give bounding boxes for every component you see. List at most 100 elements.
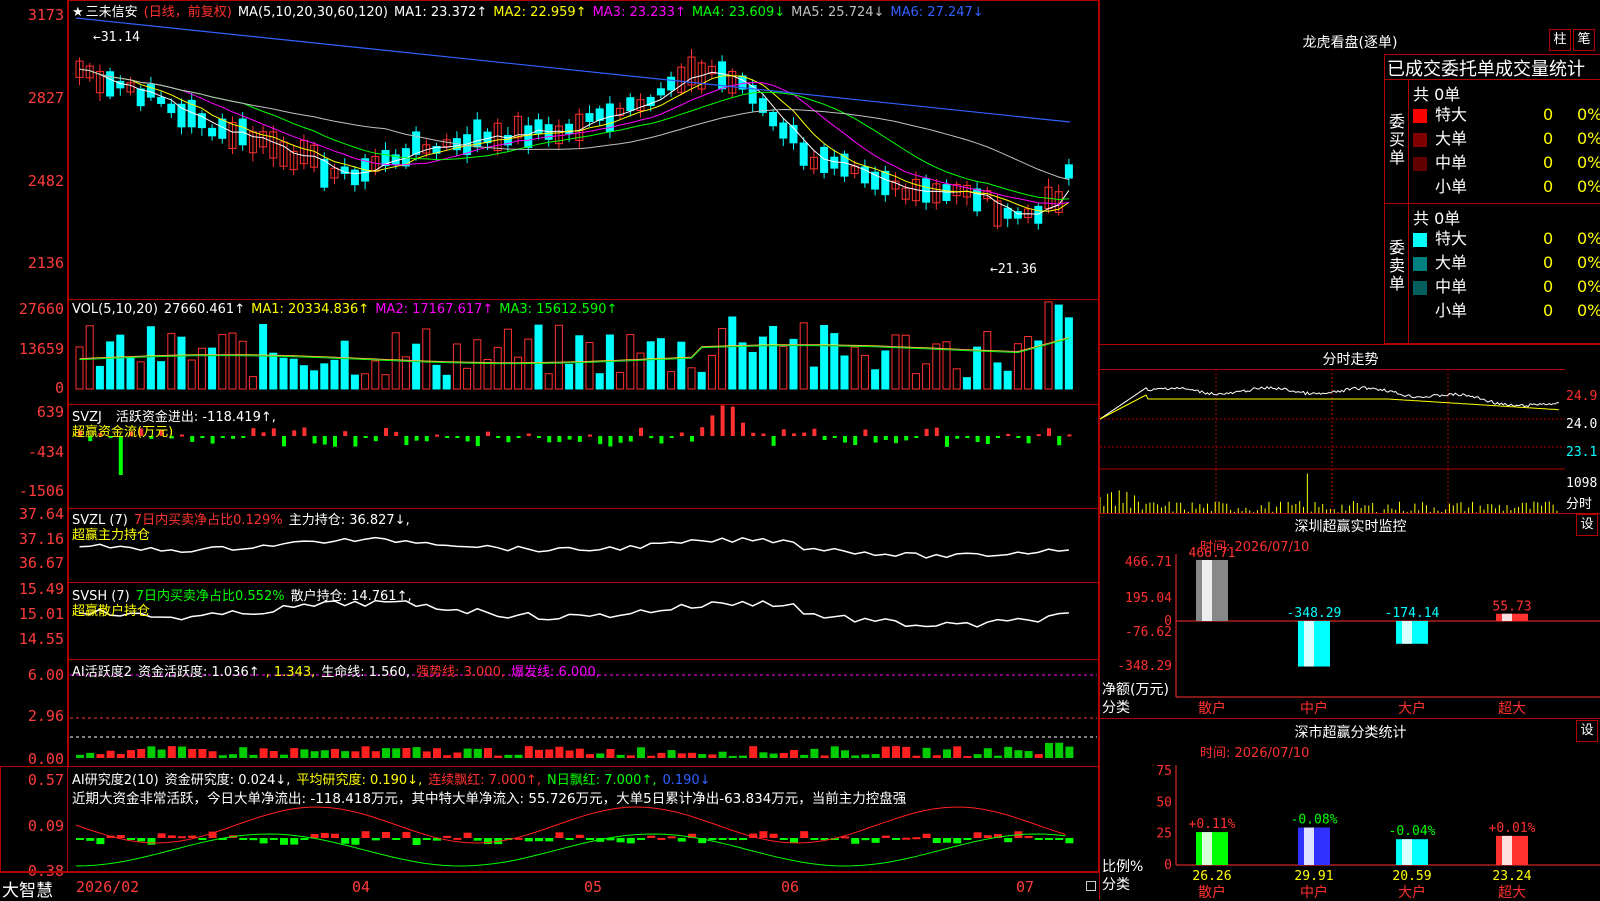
intraday-ytick: 24.0: [1566, 417, 1598, 432]
ai-research-bar: [790, 838, 798, 843]
volume-bar: [381, 374, 390, 390]
realtime-value-label: -348.29: [1287, 606, 1342, 621]
ai-active-bar: [545, 749, 554, 758]
volume-bar: [677, 341, 686, 390]
candle-body: [106, 71, 115, 97]
bar-mode-button[interactable]: 柱: [1549, 29, 1571, 51]
order-pct: 0%: [1577, 177, 1600, 196]
tick-mode-button[interactable]: 笔: [1573, 29, 1595, 51]
svzj-bar: [639, 427, 643, 436]
svzj-bar: [863, 429, 868, 436]
ai-research-bar: [759, 831, 768, 838]
volume-bar: [228, 332, 237, 390]
classstat-bar-highlight: [1402, 839, 1412, 865]
svzl-line: [79, 536, 1069, 559]
svzj-bar: [537, 436, 541, 438]
svzj-bar: [700, 427, 705, 436]
svzj-bar: [220, 436, 225, 438]
svzj-bar: [628, 436, 633, 442]
classstat-ytick: 75: [1156, 764, 1172, 779]
ai-research-bar: [351, 838, 360, 845]
lock-icon[interactable]: [1086, 881, 1096, 891]
ai-research-bar: [310, 833, 319, 838]
volume-bar: [646, 341, 655, 390]
svzj-bar: [618, 436, 623, 443]
volume-bar: [585, 341, 594, 390]
buy-row: 特大 0 0%: [1385, 103, 1600, 127]
order-size-label: 小单: [1435, 177, 1468, 196]
volume-bar: [697, 371, 706, 390]
realtime-ytick: 466.71: [1125, 555, 1172, 570]
svzj-subtitle: 超赢资金流(万元): [72, 425, 174, 440]
app-logo: 大智慧: [2, 881, 53, 901]
ai-active-bar: [504, 754, 513, 758]
svzj-bar: [322, 436, 327, 445]
ai-research-bar: [371, 838, 380, 841]
vol-ma-label: MA1: 20334.836↑: [251, 302, 370, 317]
svzj-bar: [761, 433, 766, 436]
svzj-bar: [547, 436, 552, 443]
period-label: (日线，前复权): [143, 5, 232, 20]
volume-bar: [850, 346, 859, 390]
volume-bar: [667, 371, 676, 390]
ai-active-bar: [1065, 746, 1074, 758]
candle-body: [799, 142, 808, 166]
classstat-value: 20.59: [1392, 869, 1431, 884]
classstat-change: -0.04%: [1389, 824, 1436, 839]
intraday-vol-label: 1098: [1566, 476, 1598, 491]
svzj-bar: [1036, 434, 1041, 437]
ai-active-bar: [361, 746, 370, 758]
candle-body: [667, 76, 676, 91]
ai-research-bar: [892, 838, 900, 841]
ma-label: MA5: 25.724↓: [791, 5, 885, 20]
intraday-panel[interactable]: 分时走势 24.9 24.0 23.1 1098 分时: [1100, 344, 1600, 514]
ai-active-bar: [188, 748, 197, 758]
svzj-bar: [792, 433, 796, 436]
volume-bar: [136, 361, 145, 390]
vol-ma-label: MA3: 15612.590↑: [499, 302, 618, 317]
intraday-vol-unit: 分时: [1566, 497, 1593, 512]
ai-active-bar: [127, 750, 135, 758]
svzj-bar: [679, 432, 684, 436]
ai-research-bar: [1004, 838, 1013, 843]
ai-active-bar: [994, 755, 1002, 758]
svzj-bar: [812, 428, 817, 436]
vol-header: VOL(5,10,20) 27660.461↑ MA1: 20334.836↑ MA2…: [72, 302, 629, 317]
ai-research-bar: [871, 838, 880, 843]
volume-bar: [85, 325, 94, 390]
ai-research-bar: [718, 838, 727, 840]
svzj-bar: [873, 436, 878, 443]
svzj-bar: [975, 436, 980, 443]
svzj-bar: [261, 432, 266, 436]
ai-active-bar: [586, 754, 594, 758]
classstat-chart: 75 50 25 0 +0.11% 26.26散户 -0.08% 29.91中户 -0.04% 2…: [1156, 764, 1600, 900]
ai-research-bar: [412, 838, 421, 845]
ai-research-bar: [1034, 838, 1043, 840]
volume-bar: [554, 324, 563, 390]
ai-active-bar: [932, 755, 941, 758]
ai-active-bar: [963, 755, 972, 758]
volume-bar: [473, 339, 482, 390]
svzj-bar: [741, 422, 745, 436]
sell-row: 小单 0 0%: [1385, 299, 1600, 323]
color-swatch: [1413, 256, 1427, 271]
svzj-bar: [751, 432, 756, 436]
svzj-bar: [424, 436, 429, 442]
right-panel: 龙虎看盘(逐单) 柱 笔 已成交委托单成交量统计 委买单 共 0单 特大 0 0% 大…: [1099, 0, 1600, 900]
realtime-value-label: 55.73: [1492, 600, 1531, 615]
ai-research-bar: [963, 838, 972, 840]
ai-active-bar: [575, 748, 584, 758]
color-swatch: [1413, 132, 1427, 147]
svzj-bar: [506, 436, 511, 443]
volume-bar: [962, 377, 971, 390]
ma-label: MA1: 23.372↑: [394, 5, 488, 20]
ai-research-bar: [320, 832, 329, 838]
svzj-bar: [302, 427, 307, 436]
svzj-bar: [567, 436, 572, 440]
svzj-bar: [730, 406, 735, 436]
ai-active-bar: [688, 752, 696, 758]
volume-bar: [707, 354, 716, 390]
ai-active-bar: [269, 751, 278, 758]
lhb-tabs[interactable]: 已成交委托单成交量统计: [1387, 55, 1585, 81]
order-pct: 0%: [1577, 105, 1600, 124]
